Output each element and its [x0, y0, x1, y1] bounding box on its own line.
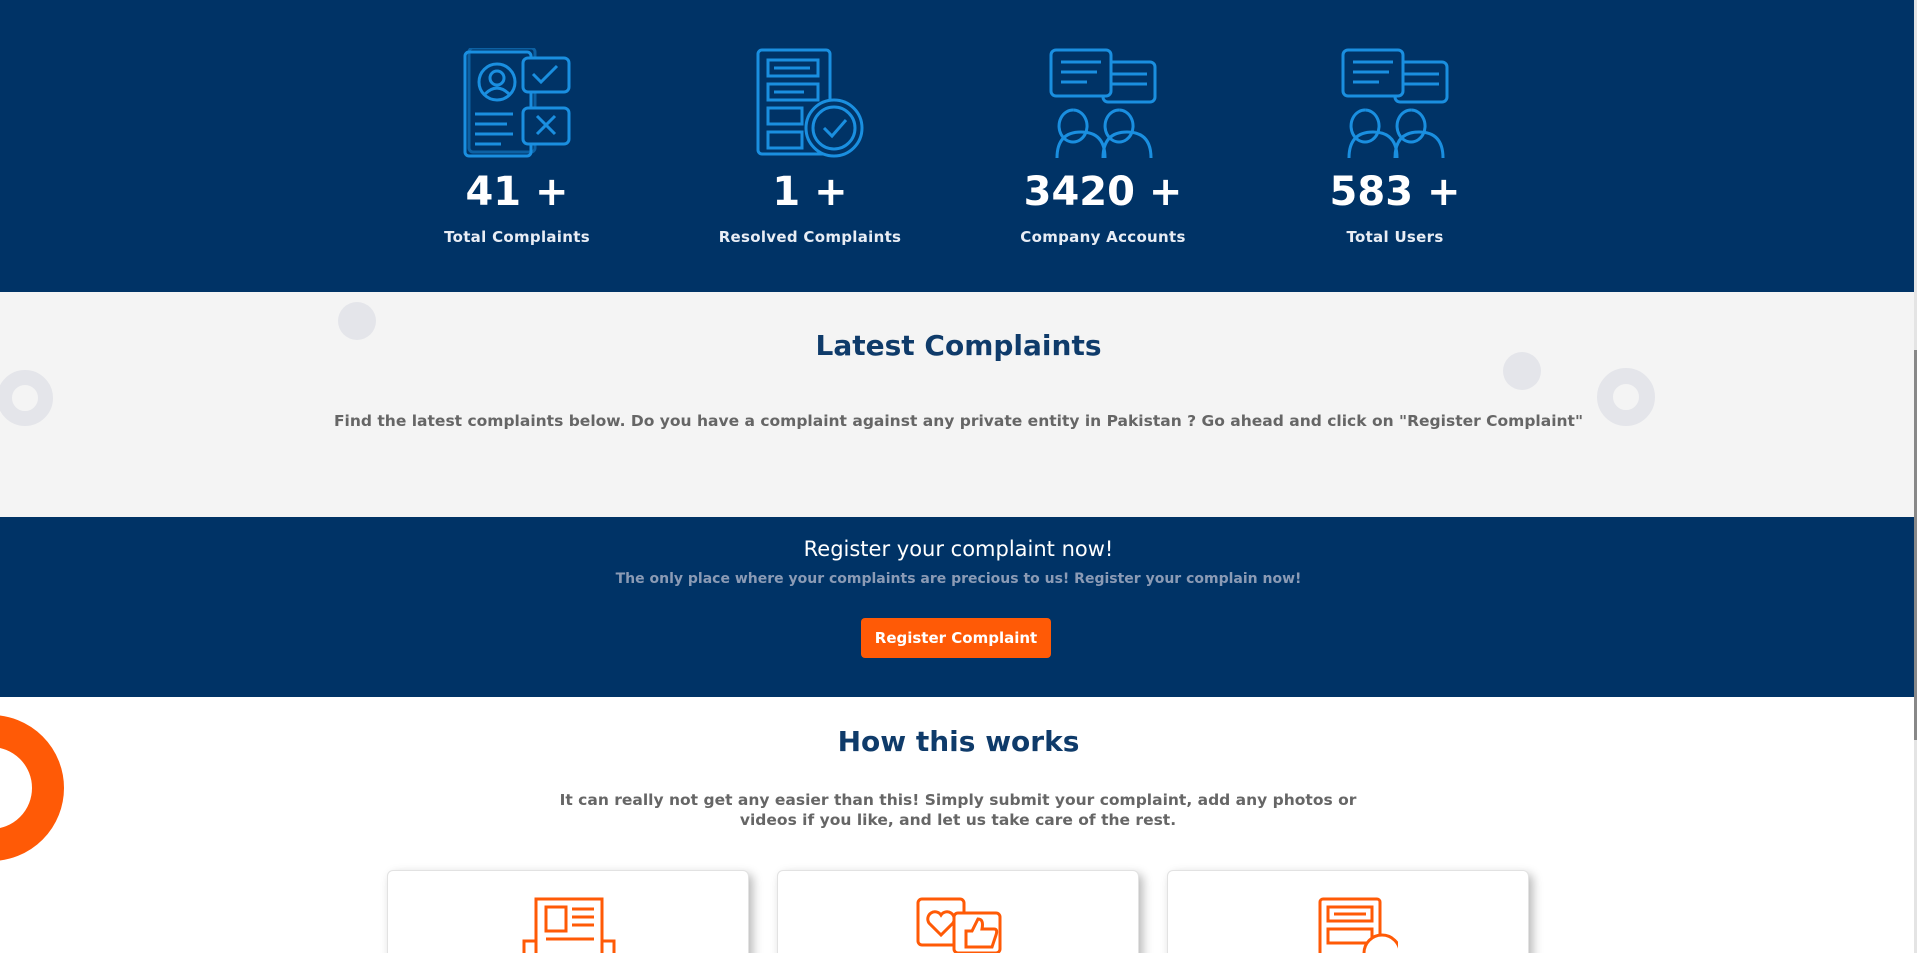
register-title: Register your complaint now!	[803, 537, 1114, 561]
form-check-icon	[1318, 897, 1398, 953]
users-chat-icon	[1341, 48, 1449, 159]
step-card-share	[777, 870, 1139, 953]
stat-value: 1 +	[772, 169, 848, 215]
stat-label: Resolved Complaints	[718, 228, 902, 246]
company-chat-users-icon	[1049, 48, 1157, 159]
register-complaint-button[interactable]: Register Complaint	[861, 618, 1051, 658]
resolved-document-icon	[756, 48, 864, 158]
social-likes-icon	[916, 897, 1002, 953]
stat-label: Total Complaints	[444, 228, 590, 246]
stat-value: 583 +	[1329, 169, 1461, 215]
how-it-works-title: How this works	[837, 725, 1080, 758]
stat-total-complaints: 41 + Total Complaints	[397, 48, 637, 246]
how-it-works-description: It can really not get any easier than th…	[559, 791, 1357, 829]
how-it-works-section: How this works It can really not get any…	[0, 697, 1917, 953]
latest-complaints-description: Find the latest complaints below. Do you…	[333, 412, 1584, 430]
latest-complaints-section: Latest Complaints Find the latest compla…	[0, 292, 1917, 517]
newspaper-icon	[522, 897, 616, 953]
stat-value: 41 +	[465, 169, 569, 215]
stat-total-users: 583 + Total Users	[1275, 48, 1515, 246]
register-cta-section: Register your complaint now! The only pl…	[0, 517, 1917, 697]
stats-section: 41 + Total Complaints 1 + Resolved Compl…	[0, 0, 1917, 292]
stat-label: Total Users	[1346, 228, 1444, 246]
stat-resolved-complaints: 1 + Resolved Complaints	[690, 48, 930, 246]
stat-value: 3420 +	[1023, 169, 1183, 215]
register-subtitle: The only place where your complaints are…	[615, 571, 1302, 587]
stat-label: Company Accounts	[1020, 228, 1186, 246]
latest-complaints-title: Latest Complaints	[815, 329, 1102, 362]
complaint-form-icon	[463, 48, 571, 158]
step-card-resolve	[1167, 870, 1529, 953]
stat-company-accounts: 3420 + Company Accounts	[983, 48, 1223, 246]
step-card-submit	[387, 870, 749, 953]
